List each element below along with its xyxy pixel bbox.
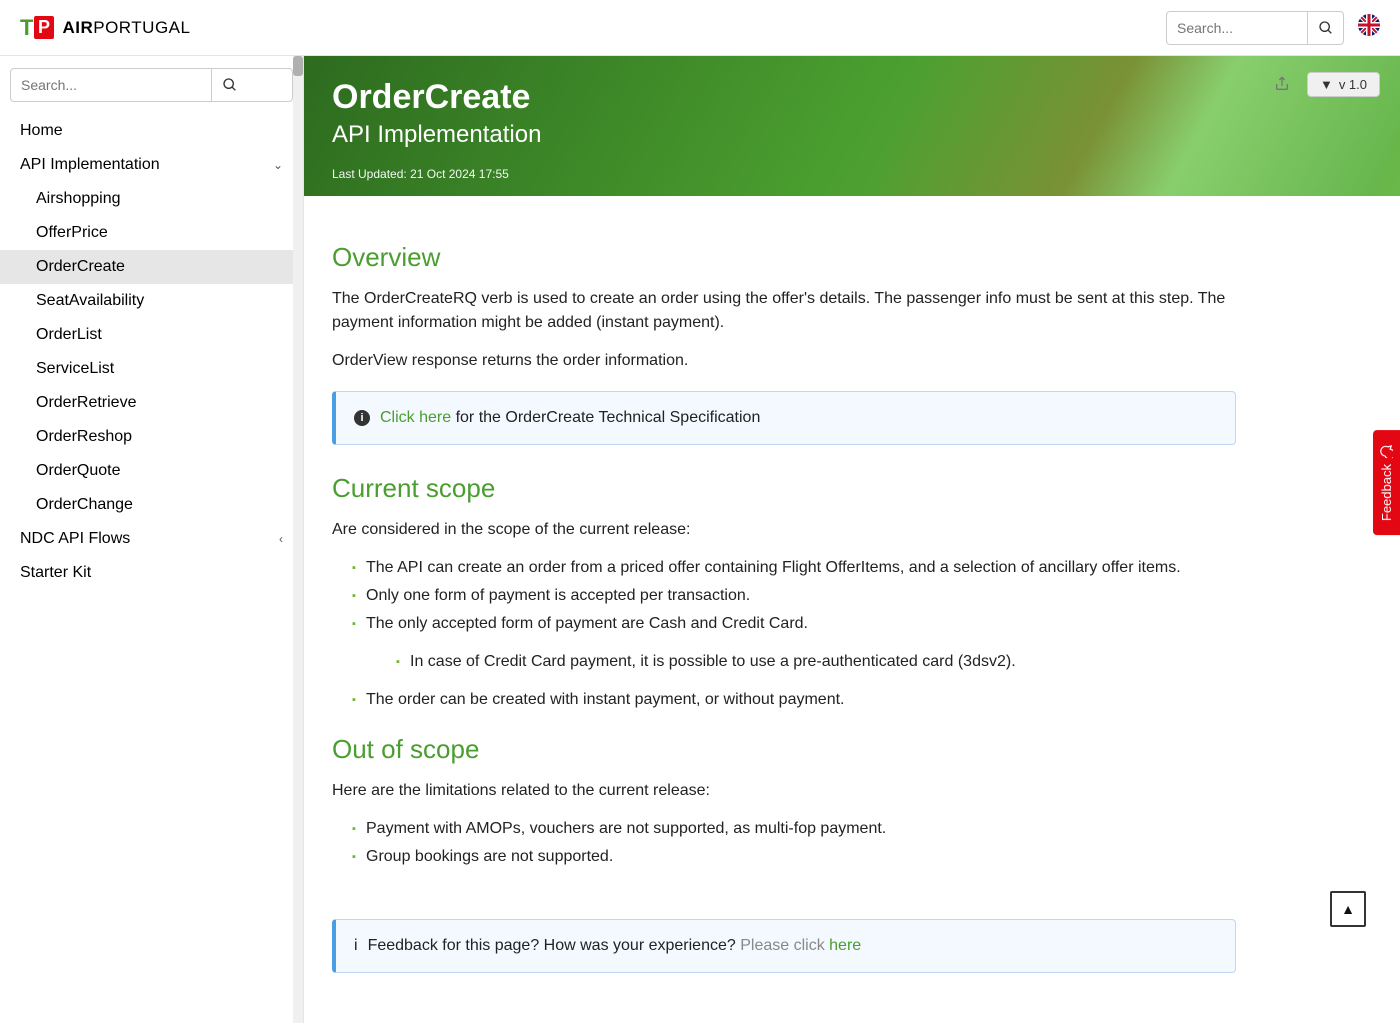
- top-search-input[interactable]: [1167, 12, 1307, 44]
- page-hero: OrderCreate API Implementation Last Upda…: [304, 56, 1400, 196]
- nav-label: NDC API Flows: [20, 530, 130, 548]
- info-icon: i: [354, 410, 370, 426]
- scope-list: The API can create an order from a price…: [332, 556, 1236, 712]
- logo-air: AIR: [62, 18, 93, 37]
- share-icon[interactable]: [1274, 76, 1290, 97]
- nav-item-offerprice[interactable]: OfferPrice: [0, 216, 303, 250]
- list-item: Payment with AMOPs, vouchers are not sup…: [352, 817, 1236, 841]
- nav-label: OrderReshop: [36, 428, 132, 446]
- list-item: Group bookings are not supported.: [352, 845, 1236, 869]
- list-item: In case of Credit Card payment, it is po…: [396, 650, 1236, 674]
- chevron-down-icon: ▼: [1320, 77, 1333, 92]
- last-updated: Last Updated: 21 Oct 2024 17:55: [332, 167, 1372, 181]
- scroll-to-top-button[interactable]: ▲: [1330, 891, 1366, 927]
- sidebar-scrollbar[interactable]: [293, 56, 303, 1023]
- list-item: The order can be created with instant pa…: [352, 688, 1236, 712]
- nested-list: In case of Credit Card payment, it is po…: [376, 650, 1236, 674]
- page-title: OrderCreate: [332, 78, 1372, 117]
- outscope-intro: Here are the limitations related to the …: [332, 779, 1236, 803]
- nav-label: OrderRetrieve: [36, 394, 136, 412]
- outscope-list: Payment with AMOPs, vouchers are not sup…: [332, 817, 1236, 869]
- overview-text-1: The OrderCreateRQ verb is used to create…: [332, 287, 1236, 335]
- top-right: [1166, 11, 1380, 45]
- feedback-tab-label: Feedback: [1379, 464, 1394, 521]
- top-search: [1166, 11, 1344, 45]
- spec-link[interactable]: Click here: [380, 409, 451, 426]
- page-subtitle: API Implementation: [332, 121, 1372, 149]
- chevron-down-icon: ⌄: [273, 158, 283, 172]
- list-item: The only accepted form of payment are Ca…: [352, 612, 1236, 636]
- scope-heading: Current scope: [332, 469, 1236, 508]
- top-header: TP AIRPORTUGAL: [0, 0, 1400, 56]
- callout-text: for the OrderCreate Technical Specificat…: [451, 409, 760, 426]
- list-item: The API can create an order from a price…: [352, 556, 1236, 580]
- nav-label: OrderQuote: [36, 462, 120, 480]
- scope-intro: Are considered in the scope of the curre…: [332, 518, 1236, 542]
- chat-icon: [1380, 444, 1394, 458]
- triangle-up-icon: ▲: [1341, 901, 1355, 917]
- chevron-left-icon: ‹: [279, 532, 283, 546]
- nav-item-orderreshop[interactable]: OrderReshop: [0, 420, 303, 454]
- nav-label: Airshopping: [36, 190, 121, 208]
- main-content: OrderCreate API Implementation Last Upda…: [304, 56, 1400, 1023]
- logo-portugal: PORTUGAL: [93, 18, 190, 37]
- feedback-callout: i Feedback for this page? How was your e…: [332, 919, 1236, 973]
- nav-item-orderchange[interactable]: OrderChange: [0, 488, 303, 522]
- spec-callout: i Click here for the OrderCreate Technic…: [332, 391, 1236, 445]
- overview-heading: Overview: [332, 238, 1236, 277]
- nav-item-orderlist[interactable]: OrderList: [0, 318, 303, 352]
- nav-label: API Implementation: [20, 156, 160, 174]
- nav-item-orderquote[interactable]: OrderQuote: [0, 454, 303, 488]
- nav-item-airshopping[interactable]: Airshopping: [0, 182, 303, 216]
- brand-logo[interactable]: TP AIRPORTUGAL: [20, 15, 190, 41]
- sidebar-search-button[interactable]: [211, 69, 247, 101]
- nav-item-ordercreate[interactable]: OrderCreate: [0, 250, 303, 284]
- sidebar-search: [10, 68, 293, 102]
- nav-label: OrderCreate: [36, 258, 125, 276]
- nav-label: OrderChange: [36, 496, 133, 514]
- nav-label: Starter Kit: [20, 564, 91, 582]
- language-flag-uk[interactable]: [1358, 14, 1380, 41]
- search-icon: [1318, 20, 1334, 36]
- version-label: v 1.0: [1339, 77, 1367, 92]
- sidebar: Home API Implementation ⌄ Airshopping OfferP…: [0, 56, 304, 1023]
- nav-label: SeatAvailability: [36, 292, 144, 310]
- nav-item-servicelist[interactable]: ServiceList: [0, 352, 303, 386]
- list-item: Only one form of payment is accepted per…: [352, 584, 1236, 608]
- nav-label: OfferPrice: [36, 224, 108, 242]
- nav-item-starter-kit[interactable]: Starter Kit: [0, 556, 303, 590]
- nav-label: OrderList: [36, 326, 102, 344]
- nav-item-ndc-api-flows[interactable]: NDC API Flows ‹: [0, 522, 303, 556]
- info-icon: i: [354, 934, 358, 958]
- search-icon: [222, 77, 238, 93]
- version-selector[interactable]: ▼ v 1.0: [1307, 72, 1380, 97]
- feedback-text: Feedback for this page? How was your exp…: [368, 937, 741, 954]
- sidebar-search-input[interactable]: [11, 69, 211, 101]
- outscope-heading: Out of scope: [332, 730, 1236, 769]
- nav-label: Home: [20, 122, 63, 140]
- feedback-link[interactable]: here: [829, 937, 861, 954]
- nav-item-seatavailability[interactable]: SeatAvailability: [0, 284, 303, 318]
- feedback-please: Please click: [740, 937, 829, 954]
- nav-item-home[interactable]: Home: [0, 114, 303, 148]
- nav-item-api-implementation[interactable]: API Implementation ⌄: [0, 148, 303, 182]
- nav-item-orderretrieve[interactable]: OrderRetrieve: [0, 386, 303, 420]
- overview-text-2: OrderView response returns the order inf…: [332, 349, 1236, 373]
- top-search-button[interactable]: [1307, 12, 1343, 44]
- feedback-tab[interactable]: Feedback: [1373, 430, 1400, 535]
- nav-label: ServiceList: [36, 360, 114, 378]
